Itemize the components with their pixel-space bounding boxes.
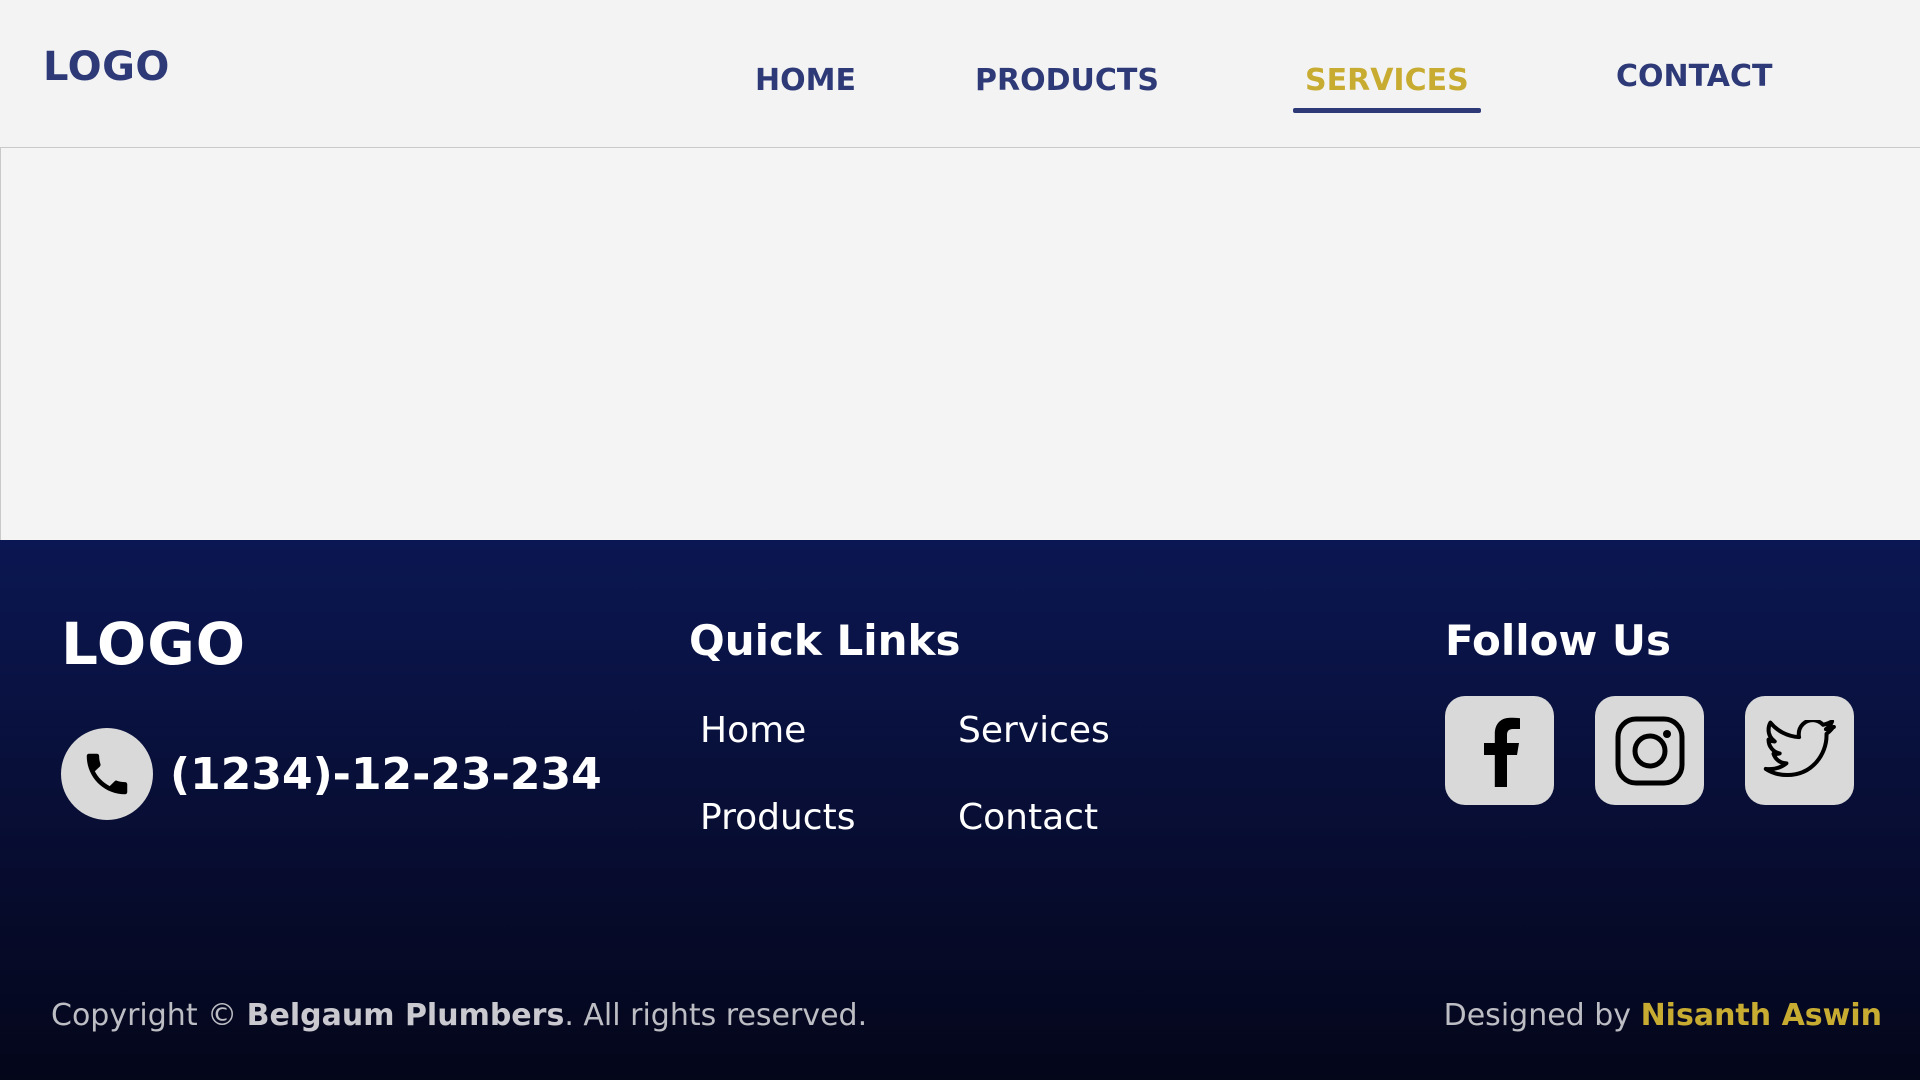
site-header: LOGO HOME PRODUCTS SERVICES CONTACT (0, 0, 1920, 148)
facebook-button[interactable] (1445, 696, 1554, 805)
active-nav-underline (1293, 108, 1481, 113)
phone-icon-glyph (86, 753, 128, 795)
main-nav: HOME PRODUCTS SERVICES CONTACT (0, 0, 1920, 148)
quick-link-products[interactable]: Products (700, 797, 855, 838)
phone-icon (61, 728, 153, 820)
copyright-prefix: Copyright © (51, 998, 247, 1033)
twitter-button[interactable] (1745, 696, 1854, 805)
nav-contact-link[interactable]: CONTACT (1616, 59, 1772, 94)
nav-services-link[interactable]: SERVICES (1305, 63, 1469, 98)
follow-us-heading: Follow Us (1445, 616, 1672, 665)
quick-link-home[interactable]: Home (700, 710, 806, 751)
phone-number[interactable]: (1234)-12-23-234 (170, 749, 602, 800)
site-footer: LOGO (1234)-12-23-234 Quick Links Home S… (0, 540, 1920, 1080)
copyright-brand: Belgaum Plumbers (246, 998, 565, 1033)
designer-credit: Designed by Nisanth Aswin (1444, 998, 1882, 1033)
designer-name[interactable]: Nisanth Aswin (1641, 998, 1882, 1033)
quick-links-heading: Quick Links (689, 616, 961, 665)
quick-link-services[interactable]: Services (958, 710, 1110, 751)
twitter-icon (1763, 719, 1836, 777)
instagram-button[interactable] (1595, 696, 1704, 805)
facebook-icon (1483, 717, 1520, 787)
footer-logo[interactable]: LOGO (61, 610, 246, 678)
designer-credit-prefix: Designed by (1443, 998, 1641, 1033)
quick-link-contact[interactable]: Contact (958, 797, 1098, 838)
nav-products-link[interactable]: PRODUCTS (975, 63, 1159, 98)
instagram-icon (1615, 716, 1684, 785)
copyright-suffix: . All rights reserved. (564, 998, 868, 1033)
copyright-text: Copyright © Belgaum Plumbers. All rights… (51, 998, 867, 1033)
main-content-area (0, 148, 1920, 540)
nav-home-link[interactable]: HOME (755, 63, 856, 98)
